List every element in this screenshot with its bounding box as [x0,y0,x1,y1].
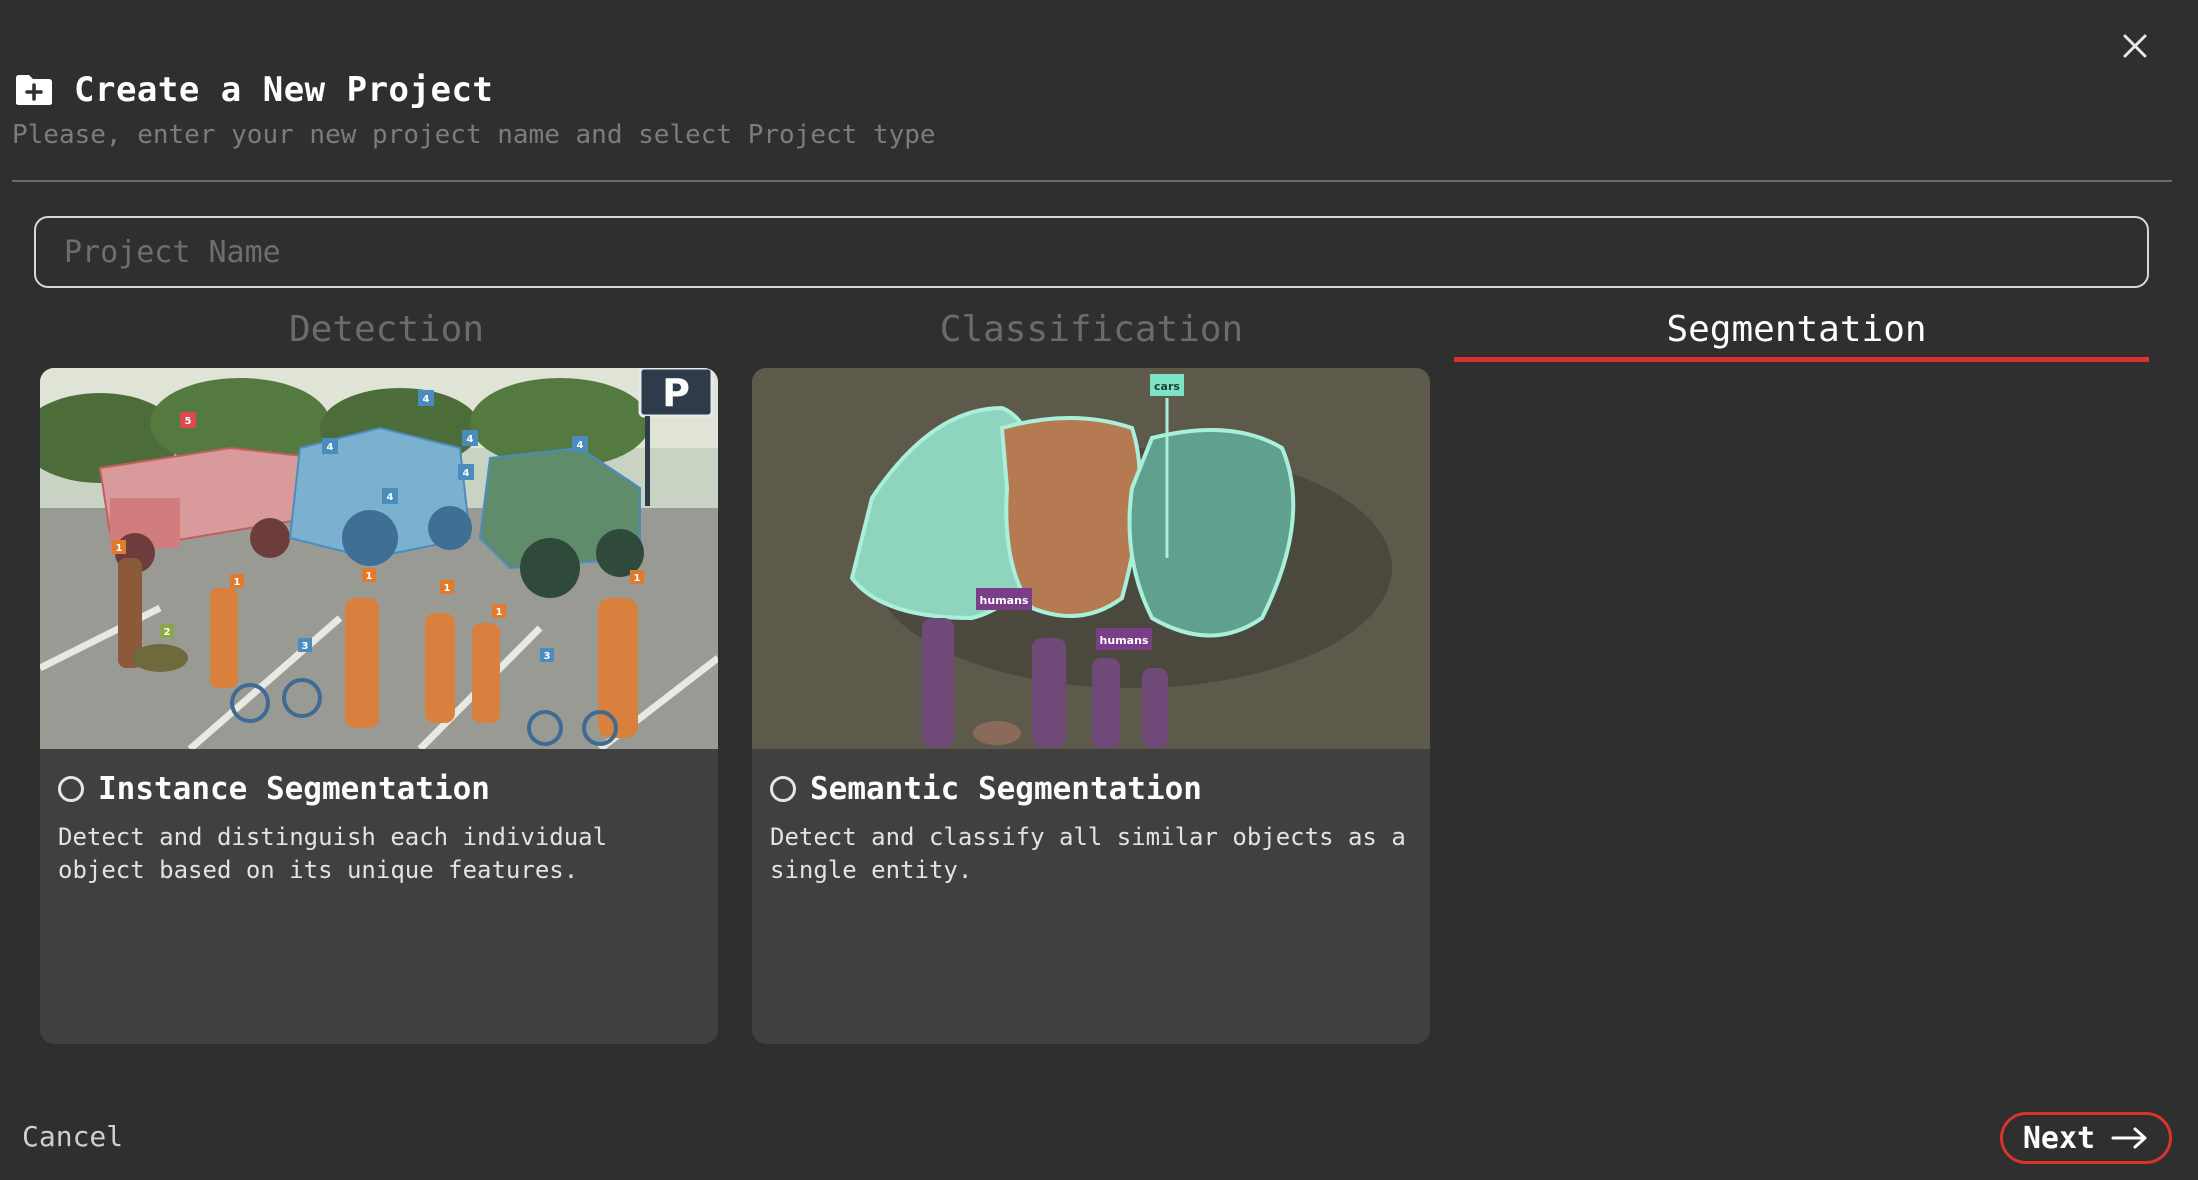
next-button[interactable]: Next [2000,1112,2172,1164]
svg-text:1: 1 [444,583,451,594]
svg-text:cars: cars [1154,380,1180,393]
svg-text:1: 1 [366,571,373,582]
tab-classification[interactable]: Classification [739,296,1444,362]
folder-plus-icon [16,75,52,105]
semantic-segmentation-card[interactable]: cars humans humans Semantic Segmentation… [752,368,1430,1044]
instance-segmentation-option[interactable]: Instance Segmentation [40,769,718,809]
svg-text:1: 1 [234,577,241,588]
dialog-header: Create a New Project [14,66,493,114]
close-icon [2123,34,2147,58]
arrow-right-icon [2111,1127,2147,1149]
header-divider [12,180,2172,182]
svg-text:4: 4 [467,434,474,445]
svg-text:P: P [662,371,690,415]
create-project-dialog: Create a New Project Please, enter your … [0,0,2198,1180]
project-type-tabs: Detection Classification Segmentation [34,296,2149,362]
svg-text:4: 4 [577,440,584,451]
dialog-subtitle: Please, enter your new project name and … [12,120,936,150]
svg-text:humans: humans [980,594,1029,607]
instance-segmentation-card[interactable]: P 5 4 4 4 4 4 4 1 1 1 1 1 1 2 3 3 Instan… [40,368,718,1044]
svg-text:3: 3 [302,641,309,652]
svg-text:2: 2 [164,627,171,638]
card-description: Detect and classify all similar objects … [770,823,1406,884]
card-title: Instance Segmentation [98,771,490,807]
svg-text:1: 1 [634,573,641,584]
next-button-label: Next [2022,1120,2096,1156]
dialog-title: Create a New Project [74,70,494,110]
svg-text:4: 4 [327,442,334,453]
tab-segmentation[interactable]: Segmentation [1444,296,2149,362]
semantic-segmentation-illustration: cars humans humans [752,368,1430,749]
svg-text:4: 4 [423,394,430,405]
svg-text:4: 4 [463,468,470,479]
card-title: Semantic Segmentation [810,771,1202,807]
card-description: Detect and distinguish each individual o… [58,823,608,884]
cancel-button[interactable]: Cancel [22,1120,123,1153]
svg-text:3: 3 [544,651,551,662]
instance-segmentation-illustration: P 5 4 4 4 4 4 4 1 1 1 1 1 1 2 3 3 [40,368,718,749]
instance-segmentation-radio[interactable] [58,776,84,802]
svg-text:4: 4 [387,492,394,503]
project-name-input[interactable] [34,216,2149,288]
svg-text:5: 5 [185,416,192,427]
tab-detection[interactable]: Detection [34,296,739,362]
semantic-segmentation-option[interactable]: Semantic Segmentation [752,769,1430,809]
svg-text:1: 1 [116,543,123,554]
semantic-segmentation-radio[interactable] [770,776,796,802]
close-button[interactable] [2115,26,2155,66]
svg-text:humans: humans [1100,634,1149,647]
svg-text:1: 1 [496,607,503,618]
